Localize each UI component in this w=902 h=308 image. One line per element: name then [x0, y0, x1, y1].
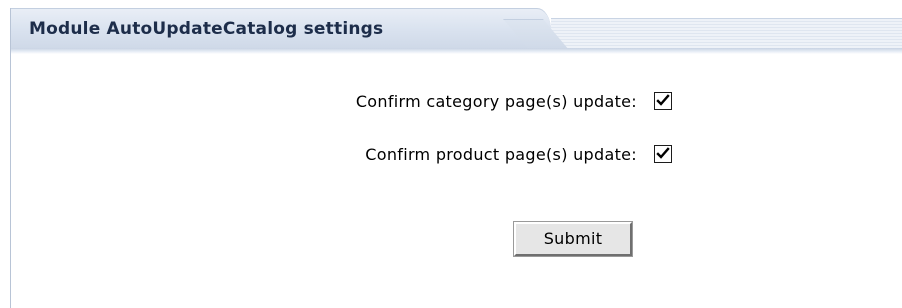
category-update-checkbox[interactable]	[654, 92, 672, 110]
header-stripes	[551, 18, 902, 48]
submit-button[interactable]: Submit	[513, 221, 633, 257]
product-update-checkbox[interactable]	[654, 145, 672, 163]
header-divider	[11, 48, 902, 54]
category-update-row: Confirm category page(s) update:	[0, 89, 637, 113]
panel-header: Module AutoUpdateCatalog settings	[11, 8, 902, 54]
panel-title: Module AutoUpdateCatalog settings	[29, 19, 384, 39]
category-update-label: Confirm category page(s) update:	[355, 91, 637, 111]
checkmark-icon	[656, 94, 670, 106]
checkmark-icon	[656, 147, 670, 159]
product-update-label: Confirm product page(s) update:	[365, 144, 637, 164]
product-update-row: Confirm product page(s) update:	[0, 142, 637, 166]
